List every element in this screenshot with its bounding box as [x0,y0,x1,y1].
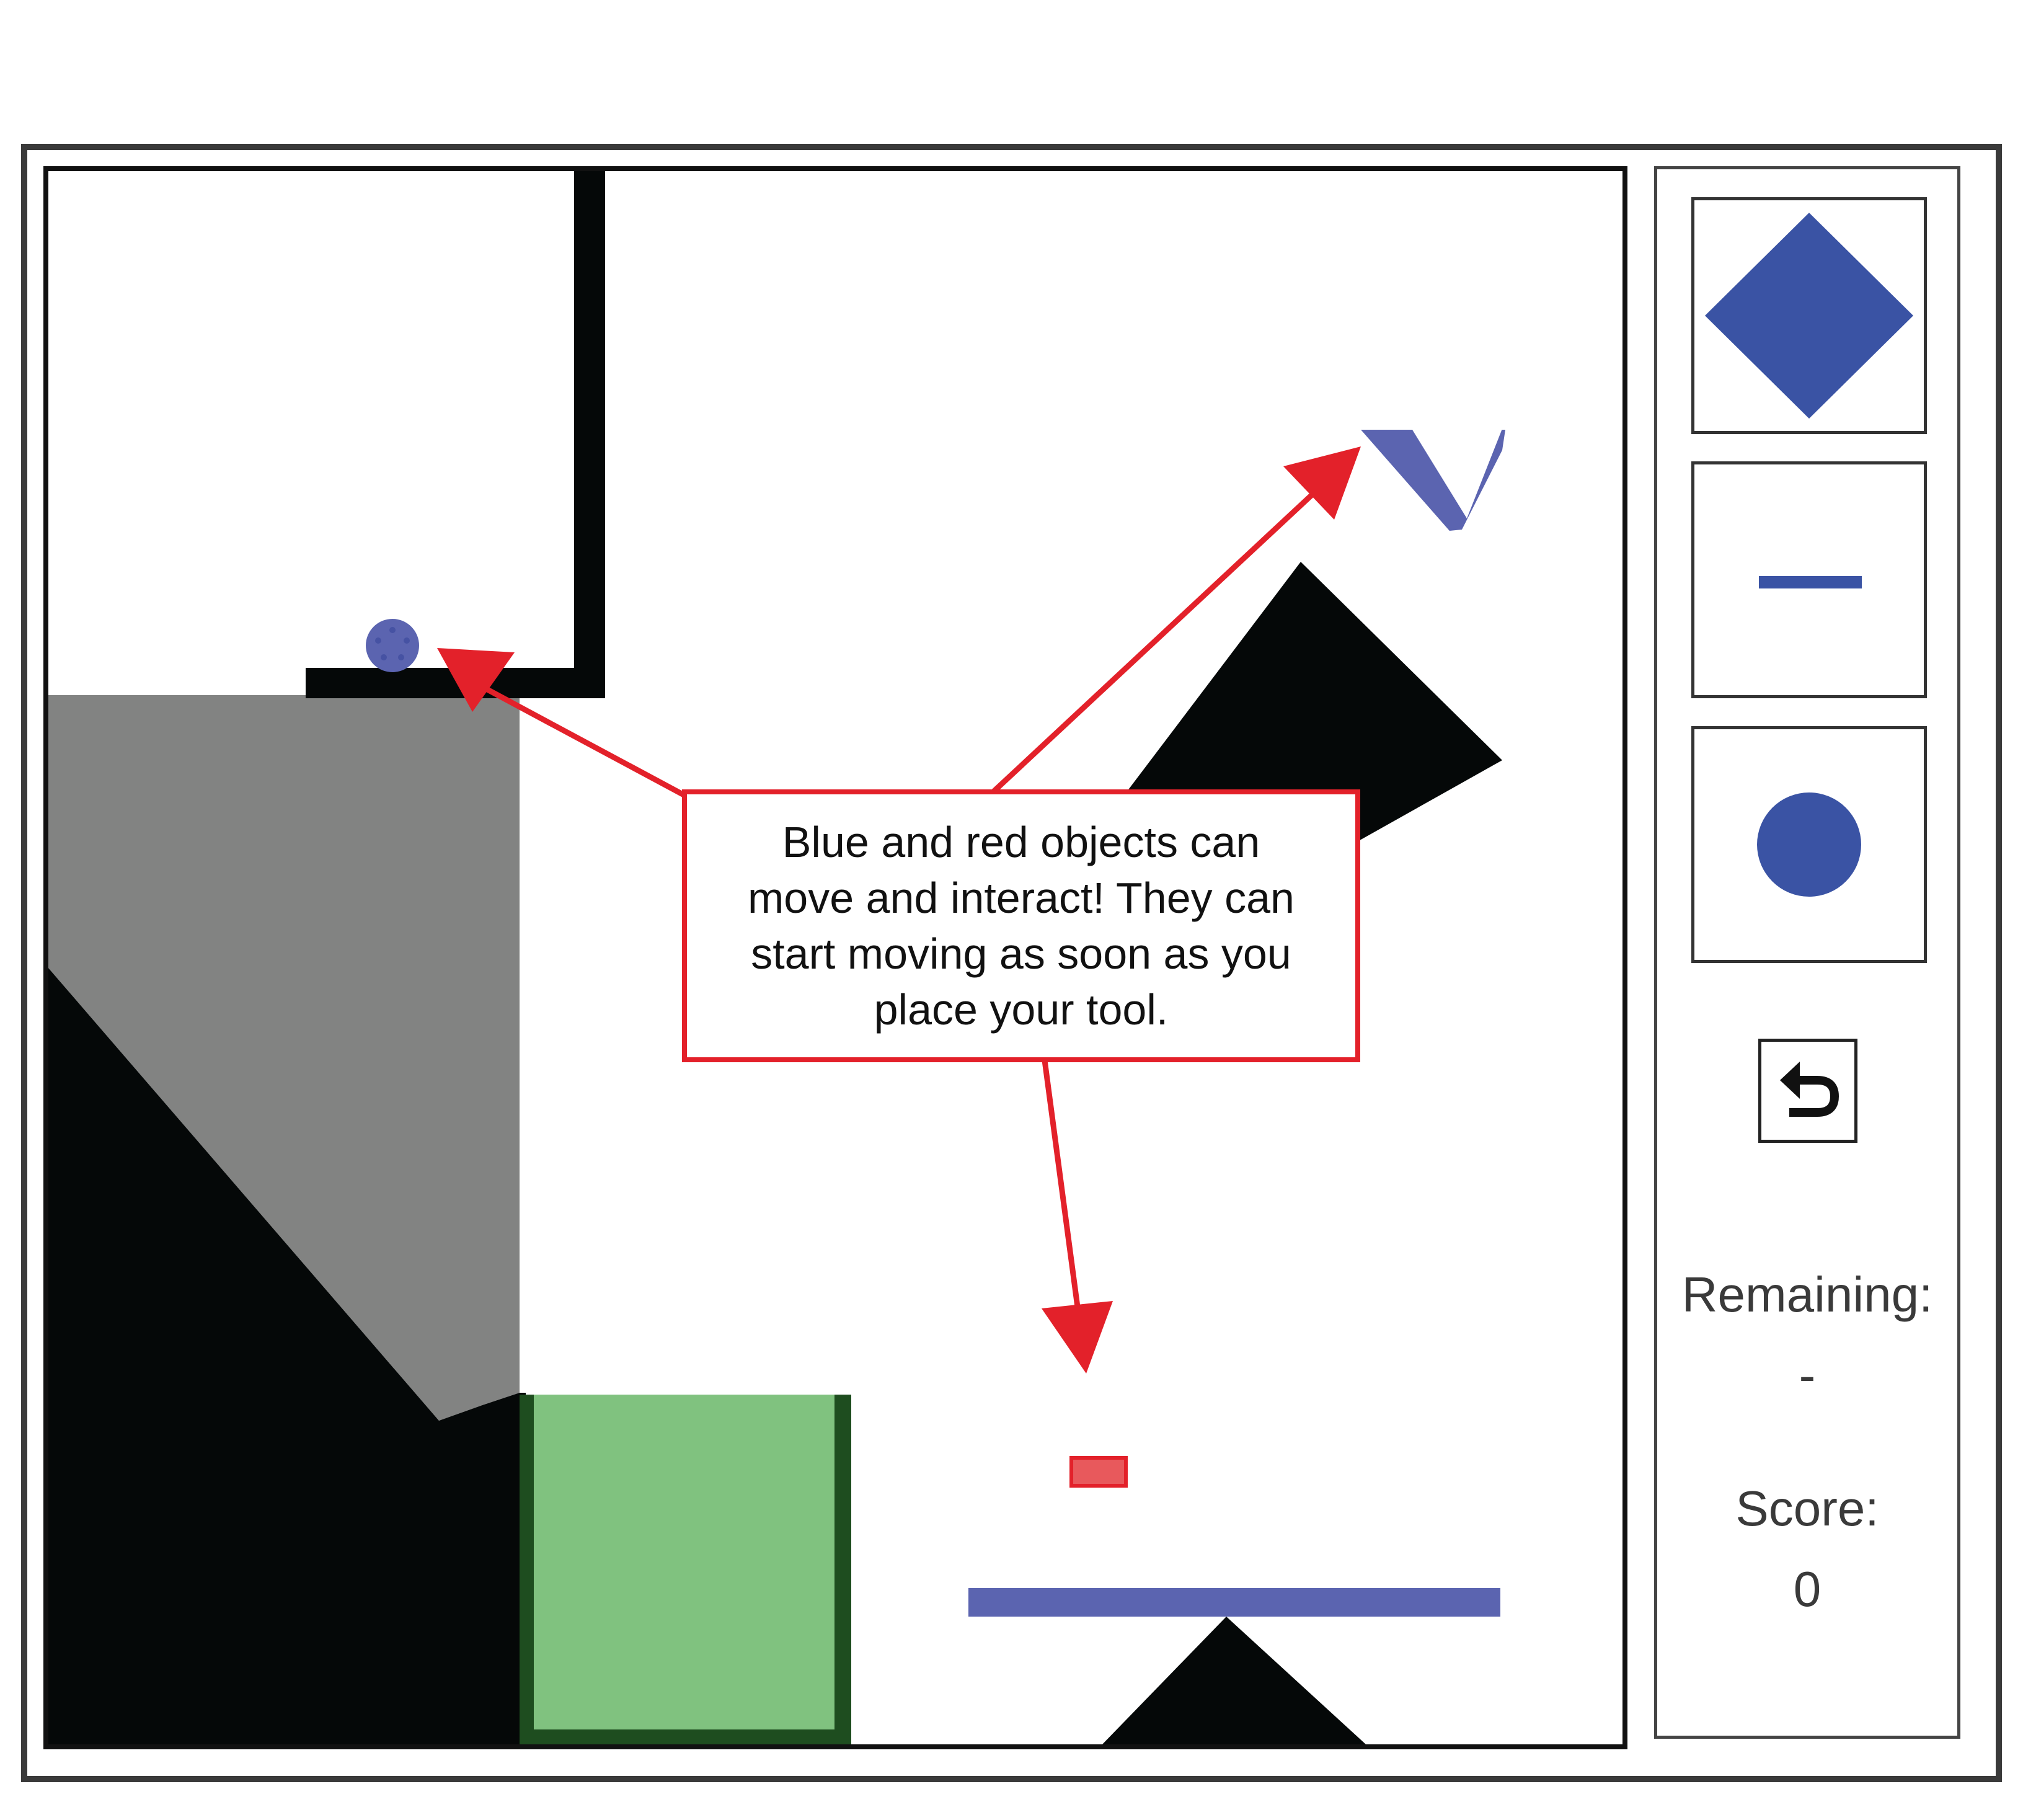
callout-box: Blue and red objects can move and intera… [682,789,1360,1062]
tool-panel: Remaining: - Score: 0 [1654,166,1960,1739]
red-block [1069,1456,1128,1488]
reset-button[interactable] [1758,1039,1857,1143]
ball-dot [389,627,396,633]
diamond-tool-icon [1705,213,1913,419]
remaining-label: Remaining: [1681,1267,1933,1322]
black-ledge [306,668,605,698]
ball-dot [381,654,387,660]
black-wall-vertical [574,171,605,698]
blue-plank [968,1588,1500,1617]
ball-dot [398,654,404,660]
diamond-tool-button[interactable] [1691,197,1927,434]
blue-ball [366,619,419,672]
goal-container [534,1395,834,1729]
callout-text: Blue and red objects can move and intera… [748,818,1295,1034]
score-label: Score: [1735,1481,1879,1536]
ball-dot [375,637,381,644]
ball-dot [404,637,410,644]
black-fulcrum [1102,1617,1366,1744]
line-tool-icon [1759,576,1862,588]
circle-tool-button[interactable] [1691,726,1927,963]
circle-tool-icon [1757,792,1861,897]
remaining-value: - [1799,1347,1816,1403]
line-tool-button[interactable] [1691,461,1927,698]
score-value: 0 [1793,1561,1822,1617]
blue-v-shape [1361,430,1505,531]
reset-arrow-icon [1780,1062,1839,1117]
